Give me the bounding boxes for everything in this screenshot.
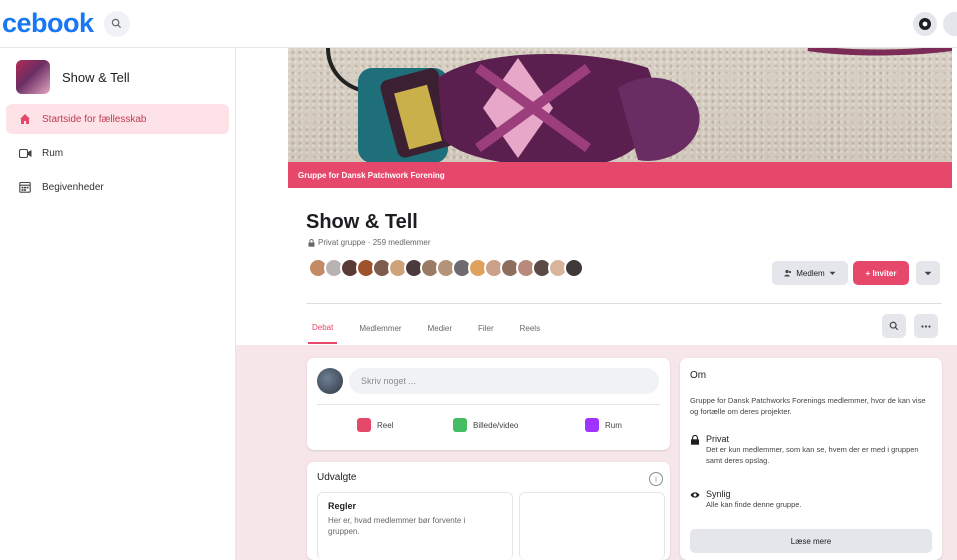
composer-divider — [317, 404, 660, 405]
tab-debat[interactable]: Debat — [308, 312, 338, 344]
about-header: Om — [690, 370, 707, 381]
about-description: Gruppe for Dansk Patchworks Forenings me… — [690, 396, 926, 416]
photo-icon — [453, 418, 467, 432]
sidebar: Show & Tell Startside for fællesskab Rum… — [0, 48, 236, 560]
messenger-button[interactable] — [913, 12, 937, 36]
photo-video-button[interactable]: Billede/video — [453, 418, 518, 432]
more-dots-icon — [921, 324, 931, 328]
room-button-label: Rum — [605, 420, 622, 430]
lock-icon — [691, 435, 699, 445]
calendar-icon — [18, 180, 32, 194]
tab-reels[interactable]: Reels — [516, 312, 544, 344]
privacy-row: Privat Det er kun medlemmer, som kan se,… — [690, 434, 936, 466]
sidebar-group-header[interactable]: Show & Tell — [6, 56, 229, 104]
visibility-row: Synlig Alle kan finde denne gruppe. — [690, 489, 936, 510]
featured-card-2[interactable] — [519, 492, 665, 560]
sidebar-item-rooms[interactable]: Rum — [6, 138, 229, 168]
group-meta-text[interactable]: Privat gruppe · 259 medlemmer — [318, 238, 431, 247]
rules-title: Regler — [328, 501, 357, 511]
member-icon — [784, 269, 792, 277]
room-icon — [585, 418, 599, 432]
group-title[interactable]: Show & Tell — [306, 211, 418, 234]
photo-video-button-label: Billede/video — [473, 420, 519, 430]
privacy-text: Det er kun medlemmer, som kan se, hvem d… — [706, 445, 919, 465]
about-card: Om Gruppe for Dansk Patchworks Forenings… — [680, 358, 942, 560]
eye-icon — [690, 492, 700, 498]
search-button[interactable] — [103, 10, 130, 37]
chevron-down-icon — [829, 271, 836, 275]
search-icon — [889, 321, 899, 331]
sidebar-item-events[interactable]: Begivenheder — [6, 172, 229, 202]
member-button[interactable]: Medlem — [772, 261, 848, 285]
privacy-title: Privat — [706, 434, 730, 444]
lock-icon — [308, 238, 315, 247]
tab-members[interactable]: Medlemmer — [355, 312, 405, 344]
rules-card[interactable]: Regler Her er, hvad medlemmer bør forven… — [317, 492, 513, 560]
post-input[interactable]: Skriv noget ... — [349, 368, 659, 394]
top-right-controls — [913, 12, 957, 36]
invite-button[interactable]: + Inviter — [853, 261, 909, 285]
avatar[interactable] — [317, 368, 343, 394]
tab-files[interactable]: Filer — [474, 312, 498, 344]
group-header-area: Gruppe for Dansk Patchwork Forening Show… — [236, 48, 957, 345]
top-bar: cebook — [0, 0, 957, 48]
post-composer: Skriv noget ... Reel Billede/video Rum — [307, 358, 670, 450]
info-icon[interactable]: i — [649, 472, 663, 486]
avatar — [564, 258, 584, 278]
sidebar-group-name: Show & Tell — [62, 69, 130, 85]
video-icon — [18, 146, 32, 160]
group-search-button[interactable] — [882, 314, 906, 338]
visibility-text: Alle kan finde denne gruppe. — [706, 500, 802, 509]
invite-button-label: + Inviter — [865, 268, 897, 278]
featured-header: Udvalgte — [317, 472, 357, 483]
learn-more-button[interactable]: Læse mere — [690, 529, 932, 553]
group-meta: Privat gruppe · 259 medlemmer — [308, 238, 431, 247]
visibility-title: Synlig — [706, 489, 731, 499]
sidebar-item-label: Rum — [42, 147, 64, 159]
header-divider — [306, 303, 942, 304]
sidebar-item-community-home[interactable]: Startside for fællesskab — [6, 104, 229, 134]
cover-banner: Gruppe for Dansk Patchwork Forening — [288, 162, 952, 188]
messenger-icon — [919, 18, 931, 30]
room-button[interactable]: Rum — [585, 418, 622, 432]
reel-button-label: Reel — [377, 420, 394, 430]
chevron-down-icon — [924, 271, 932, 275]
featured-section: Udvalgte i Regler Her er, hvad medlemmer… — [307, 462, 670, 560]
member-avatars[interactable] — [308, 258, 584, 278]
rules-text: Her er, hvad medlemmer bør forvente i gr… — [328, 516, 466, 536]
group-tabs: Debat Medlemmer Medier Filer Reels — [308, 312, 544, 344]
facebook-logo[interactable]: cebook — [2, 8, 94, 39]
member-button-label: Medlem — [796, 268, 825, 278]
search-icon — [111, 18, 122, 29]
more-options-dropdown[interactable] — [916, 261, 940, 285]
tab-media[interactable]: Medier — [424, 312, 456, 344]
sidebar-item-label: Startside for fællesskab — [42, 113, 147, 125]
reel-icon — [357, 418, 371, 432]
home-icon — [18, 112, 32, 126]
sidebar-item-label: Begivenheder — [42, 181, 104, 193]
more-button[interactable] — [914, 314, 938, 338]
account-button[interactable] — [943, 12, 957, 36]
reel-button[interactable]: Reel — [357, 418, 393, 432]
group-thumbnail — [16, 60, 50, 94]
